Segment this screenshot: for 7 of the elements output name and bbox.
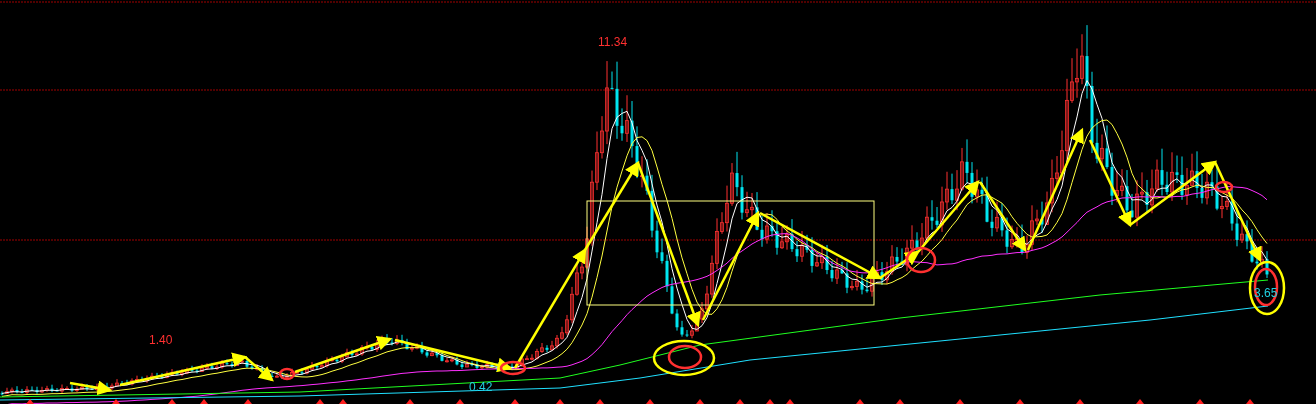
price-label: 1.40 xyxy=(149,333,173,347)
highlight-circle xyxy=(278,367,296,381)
highlight-circle xyxy=(905,246,937,274)
highlight-circle xyxy=(499,360,527,376)
trend-arrow xyxy=(69,380,113,396)
price-label: 11.34 xyxy=(598,35,628,49)
highlight-circle xyxy=(1214,180,1234,194)
